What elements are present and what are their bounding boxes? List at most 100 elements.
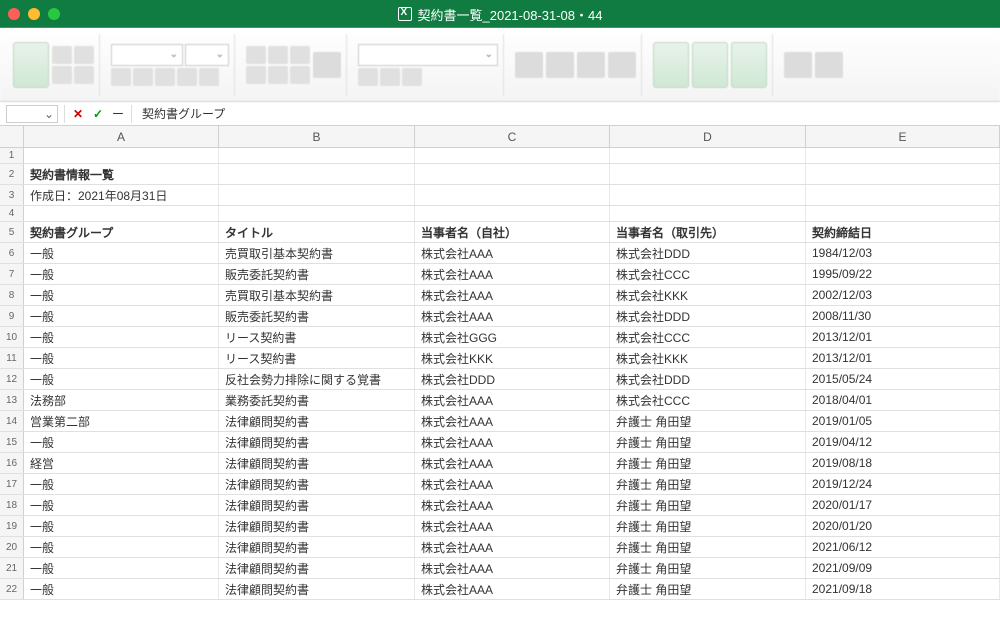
row-header[interactable]: 1 xyxy=(0,148,24,163)
cell[interactable] xyxy=(415,185,610,205)
cell-group[interactable]: 営業第二部 xyxy=(24,411,219,431)
cell-group[interactable]: 一般 xyxy=(24,558,219,578)
col-header-a[interactable]: A xyxy=(24,126,219,147)
cell[interactable] xyxy=(24,206,219,221)
cell[interactable] xyxy=(415,206,610,221)
sheet-grid[interactable]: 1 2 契約書情報一覧 3 作成日：2021年08月31日 4 5 契約書グルー… xyxy=(0,148,1000,600)
cell-party-other[interactable]: 弁護士 角田望 xyxy=(610,495,806,515)
ribbon-btn[interactable] xyxy=(155,68,175,86)
maximize-button[interactable] xyxy=(48,8,60,20)
col-header-d[interactable]: D xyxy=(610,126,806,147)
cell-group[interactable]: 一般 xyxy=(24,306,219,326)
ribbon-btn[interactable] xyxy=(52,66,72,84)
cell-group[interactable]: 一般 xyxy=(24,327,219,347)
cell-date[interactable]: 1995/09/22 xyxy=(806,264,1000,284)
ribbon-btn[interactable] xyxy=(74,46,94,64)
header-title[interactable]: タイトル xyxy=(219,222,415,242)
paste-button[interactable] xyxy=(13,42,49,88)
delete-button[interactable] xyxy=(692,42,728,88)
minimize-button[interactable] xyxy=(28,8,40,20)
ribbon-btn[interactable] xyxy=(246,46,266,64)
row-header[interactable]: 11 xyxy=(0,348,24,368)
cell-title[interactable]: 法律顧問契約書 xyxy=(219,516,415,536)
cell-group[interactable]: 一般 xyxy=(24,432,219,452)
header-group[interactable]: 契約書グループ xyxy=(24,222,219,242)
cell[interactable] xyxy=(415,148,610,163)
cell[interactable] xyxy=(219,164,415,184)
cell-party-other[interactable]: 株式会社CCC xyxy=(610,264,806,284)
ribbon-btn[interactable] xyxy=(546,52,574,78)
cell-party-other[interactable]: 弁護士 角田望 xyxy=(610,474,806,494)
cell-title[interactable]: 販売委託契約書 xyxy=(219,264,415,284)
cell-group[interactable]: 一般 xyxy=(24,243,219,263)
cell-date[interactable]: 2021/09/09 xyxy=(806,558,1000,578)
cell-group[interactable]: 一般 xyxy=(24,537,219,557)
cell[interactable] xyxy=(219,185,415,205)
cell-date[interactable]: 2013/12/01 xyxy=(806,348,1000,368)
cell-party-self[interactable]: 株式会社AAA xyxy=(415,558,610,578)
ribbon-btn[interactable] xyxy=(111,68,131,86)
cell-party-other[interactable]: 弁護士 角田望 xyxy=(610,432,806,452)
cell-group[interactable]: 一般 xyxy=(24,495,219,515)
cell-title[interactable]: 法律顧問契約書 xyxy=(219,537,415,557)
ribbon-btn[interactable] xyxy=(815,52,843,78)
ribbon-btn[interactable] xyxy=(290,46,310,64)
cell-party-self[interactable]: 株式会社DDD xyxy=(415,369,610,389)
cell-party-other[interactable]: 株式会社DDD xyxy=(610,369,806,389)
cell-date[interactable]: 2015/05/24 xyxy=(806,369,1000,389)
cell-party-other[interactable]: 株式会社CCC xyxy=(610,390,806,410)
cell[interactable] xyxy=(415,164,610,184)
cell-date[interactable]: 1984/12/03 xyxy=(806,243,1000,263)
row-header[interactable]: 16 xyxy=(0,453,24,473)
cell-party-other[interactable]: 株式会社DDD xyxy=(610,306,806,326)
cell-party-self[interactable]: 株式会社KKK xyxy=(415,348,610,368)
cell-group[interactable]: 一般 xyxy=(24,474,219,494)
cell-title[interactable]: 売買取引基本契約書 xyxy=(219,285,415,305)
cell[interactable] xyxy=(806,206,1000,221)
cell[interactable] xyxy=(610,148,806,163)
ribbon-btn[interactable] xyxy=(515,52,543,78)
cell-party-other[interactable]: 弁護士 角田望 xyxy=(610,516,806,536)
cell-party-self[interactable]: 株式会社AAA xyxy=(415,537,610,557)
cell-title[interactable]: 法律顧問契約書 xyxy=(219,474,415,494)
col-header-b[interactable]: B xyxy=(219,126,415,147)
cell-date[interactable]: 2021/09/18 xyxy=(806,579,1000,599)
number-format-select[interactable]: ⌄ xyxy=(358,44,498,66)
ribbon-btn[interactable] xyxy=(784,52,812,78)
created-date[interactable]: 作成日：2021年08月31日 xyxy=(24,185,219,205)
ribbon-btn[interactable] xyxy=(577,52,605,78)
sheet-title[interactable]: 契約書情報一覧 xyxy=(24,164,219,184)
select-all-corner[interactable] xyxy=(0,126,24,147)
cell-date[interactable]: 2002/12/03 xyxy=(806,285,1000,305)
ribbon-btn[interactable] xyxy=(52,46,72,64)
font-name-select[interactable]: ⌄ xyxy=(111,44,183,66)
header-party-self[interactable]: 当事者名（自社） xyxy=(415,222,610,242)
cell-title[interactable]: 販売委託契約書 xyxy=(219,306,415,326)
cell-title[interactable]: 法律顧問契約書 xyxy=(219,411,415,431)
cell-party-other[interactable]: 株式会社CCC xyxy=(610,327,806,347)
cell-party-other[interactable]: 弁護士 角田望 xyxy=(610,579,806,599)
cell-party-other[interactable]: 株式会社KKK xyxy=(610,348,806,368)
formula-input[interactable]: 契約書グループ xyxy=(138,105,994,122)
row-header[interactable]: 18 xyxy=(0,495,24,515)
cell-title[interactable]: 売買取引基本契約書 xyxy=(219,243,415,263)
cell-date[interactable]: 2019/12/24 xyxy=(806,474,1000,494)
ribbon-btn[interactable] xyxy=(133,68,153,86)
ribbon-btn[interactable] xyxy=(402,68,422,86)
cell-date[interactable]: 2019/01/05 xyxy=(806,411,1000,431)
cell-title[interactable]: リース契約書 xyxy=(219,327,415,347)
cell-group[interactable]: 一般 xyxy=(24,516,219,536)
cell-title[interactable]: 法律顧問契約書 xyxy=(219,495,415,515)
cell-group[interactable]: 一般 xyxy=(24,579,219,599)
cell-date[interactable]: 2013/12/01 xyxy=(806,327,1000,347)
cell-date[interactable]: 2018/04/01 xyxy=(806,390,1000,410)
cell-party-other[interactable]: 株式会社KKK xyxy=(610,285,806,305)
cell-date[interactable]: 2021/06/12 xyxy=(806,537,1000,557)
cell[interactable] xyxy=(219,206,415,221)
fx-button[interactable]: ー xyxy=(111,105,125,122)
row-header[interactable]: 19 xyxy=(0,516,24,536)
cell[interactable] xyxy=(610,164,806,184)
header-party-other[interactable]: 当事者名（取引先） xyxy=(610,222,806,242)
cell-title[interactable]: リース契約書 xyxy=(219,348,415,368)
ribbon-btn[interactable] xyxy=(313,52,341,78)
